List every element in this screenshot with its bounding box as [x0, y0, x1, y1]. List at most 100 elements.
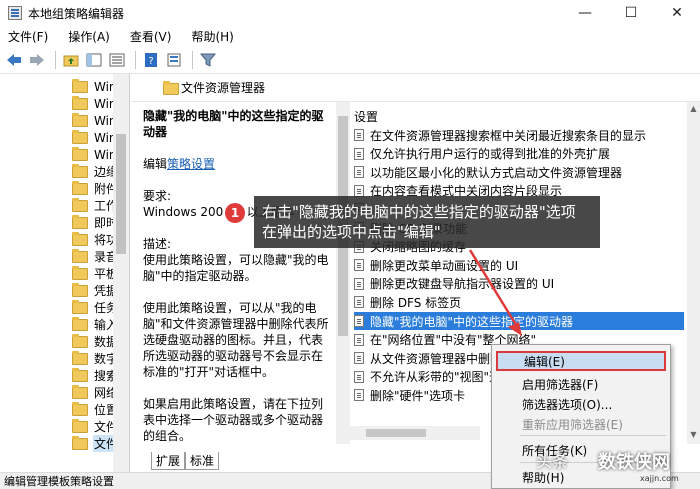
menu-view[interactable]: 查看(V) — [130, 28, 172, 45]
menu-bar: 文件(F) 操作(A) 查看(V) 帮助(H) — [0, 26, 700, 46]
context-menu-item[interactable]: 筛选器选项(O)... — [522, 394, 612, 414]
setting-item[interactable]: 以功能区最小化的默认方式启动文件资源管理器 — [354, 163, 684, 181]
up-folder-icon[interactable] — [61, 50, 81, 70]
folder-icon — [72, 129, 88, 144]
setting-item[interactable]: 删除更改键盘导航指示器设置的 UI — [354, 275, 684, 293]
folder-icon — [72, 163, 88, 178]
setting-label: 以功能区最小化的默认方式启动文件资源管理器 — [370, 165, 623, 180]
forward-arrow-icon[interactable] — [27, 50, 47, 70]
folder-icon — [72, 95, 88, 110]
description-paragraph-3: 如果启用此策略设置，请在下拉列表中选择一个驱动器或多个驱动器的组合。 — [143, 397, 324, 443]
folder-icon — [72, 248, 88, 263]
setting-item[interactable]: 删除更改菜单动画设置的 UI — [354, 256, 684, 274]
description-scrollbar[interactable] — [336, 102, 350, 444]
pane-title: 文件资源管理器 — [181, 81, 266, 95]
tab-extended[interactable]: 扩展 — [151, 452, 186, 470]
folder-icon — [72, 299, 88, 314]
setting-label: 在文件资源管理器搜索框中关闭最近搜索条目的显示 — [370, 128, 647, 143]
horizontal-scrollbar[interactable] — [350, 426, 480, 440]
policy-settings-link[interactable]: 策略设置 — [167, 157, 215, 171]
folder-icon — [72, 316, 88, 331]
context-menu-item[interactable]: 编辑(E) — [496, 351, 666, 371]
help-icon[interactable]: ? — [141, 50, 161, 70]
instruction-line-1: 右击"隐藏我的电脑中的这些指定的驱动器"选项 — [262, 203, 576, 221]
setting-label: 从文件资源管理器中删除 — [370, 351, 503, 366]
minimize-button[interactable]: — — [562, 0, 608, 26]
scroll-down-icon[interactable]: ▼ — [688, 430, 699, 442]
folder-icon — [72, 78, 88, 93]
policy-setting-icon — [354, 370, 364, 383]
folder-icon — [72, 435, 88, 450]
folder-icon — [72, 265, 88, 280]
list-view-icon[interactable] — [107, 50, 127, 70]
setting-item[interactable]: 在文件资源管理器搜索框中关闭最近搜索条目的显示 — [354, 126, 684, 144]
description-paragraph-1: 使用此策略设置，可以隐藏"我的电脑"中的指定驱动器。 — [143, 253, 329, 283]
description-paragraph-2: 使用此策略设置，可以从"我的电脑"和文件资源管理器中删除代表所选硬盘驱动器的图标… — [143, 301, 329, 379]
policy-setting-icon — [354, 352, 364, 365]
pane-header: 文件资源管理器 — [131, 74, 700, 102]
tree-pane: Windo Windo Windo Windo Windo 边缘 U 附件管 工作文 即时搜 将功… — [0, 74, 130, 472]
settings-column-header[interactable]: 设置 — [354, 108, 378, 125]
tab-standard[interactable]: 标准 — [185, 452, 220, 470]
policy-description: 隐藏"我的电脑"中的这些指定的驱动器 编辑策略设置 要求: Windows 20… — [143, 108, 331, 444]
toolbar: ? — [0, 46, 700, 74]
folder-icon — [72, 180, 88, 195]
setting-item[interactable]: 删除 DFS 标签页 — [354, 293, 684, 311]
menu-file[interactable]: 文件(F) — [8, 28, 48, 45]
folder-icon — [72, 197, 88, 212]
maximize-button[interactable]: ☐ — [608, 0, 654, 26]
setting-label: 删除"硬件"选项卡 — [370, 388, 466, 403]
scrollbar-thumb[interactable] — [116, 134, 126, 254]
folder-icon — [163, 81, 179, 95]
watermark-prefix: 头条 — [536, 452, 569, 471]
policy-setting-icon — [354, 333, 364, 346]
policy-setting-icon — [354, 259, 364, 272]
setting-label: 删除更改菜单动画设置的 UI — [370, 258, 519, 273]
window-title: 本地组策略编辑器 — [28, 6, 125, 21]
folder-icon — [72, 282, 88, 297]
menu-help[interactable]: 帮助(H) — [191, 28, 233, 45]
setting-label: 仅允许执行用户运行的或得到批准的外壳扩展 — [370, 147, 611, 162]
watermark-url: xajjn.com — [640, 474, 679, 483]
policy-setting-icon — [354, 147, 364, 160]
scroll-up-icon[interactable]: ▲ — [688, 104, 699, 116]
policy-title: 隐藏"我的电脑"中的这些指定的驱动器 — [143, 109, 324, 139]
filter-icon[interactable] — [198, 50, 218, 70]
step-badge: 1 — [225, 203, 245, 223]
policy-setting-icon — [354, 315, 364, 327]
policy-setting-icon — [354, 296, 364, 309]
menu-action[interactable]: 操作(A) — [68, 28, 110, 45]
setting-item[interactable]: 仅允许执行用户运行的或得到批准的外壳扩展 — [354, 145, 684, 163]
show-hide-tree-icon[interactable] — [84, 50, 104, 70]
setting-item[interactable]: 隐藏"我的电脑"中的这些指定的驱动器 — [354, 312, 684, 330]
toolbar-divider — [192, 50, 193, 69]
settings-scrollbar[interactable]: ▲ ▼ — [687, 102, 700, 444]
policy-editor-icon — [8, 6, 22, 20]
folder-icon — [72, 367, 88, 382]
back-arrow-icon[interactable] — [4, 50, 24, 70]
folder-icon — [72, 333, 88, 348]
properties-icon[interactable] — [164, 50, 184, 70]
folder-icon — [72, 112, 88, 127]
instruction-overlay: 右击"隐藏我的电脑中的这些指定的驱动器"选项 在弹出的选项中点击"编辑" — [254, 196, 600, 248]
instruction-line-2: 在弹出的选项中点击"编辑" — [262, 223, 441, 241]
watermark-brand: 数铁侠网 — [598, 452, 670, 473]
context-menu-item[interactable]: 启用筛选器(F) — [522, 374, 598, 394]
setting-label: 删除 DFS 标签页 — [370, 295, 462, 310]
title-bar: 本地组策略编辑器 — ☐ ✕ — [0, 0, 700, 26]
folder-icon — [72, 384, 88, 399]
close-button[interactable]: ✕ — [654, 0, 700, 26]
policy-setting-icon — [354, 129, 364, 141]
edit-policy-line: 编辑策略设置 — [143, 156, 331, 172]
watermark: 头条 数铁侠网 xajjn.com — [536, 444, 696, 488]
scrollbar-thumb[interactable] — [366, 429, 426, 437]
svg-text:?: ? — [148, 56, 153, 67]
tree-scrollbar[interactable] — [113, 74, 129, 472]
folder-icon — [72, 231, 88, 246]
toolbar-divider — [135, 50, 136, 69]
context-menu-separator — [520, 435, 666, 436]
policy-setting-icon — [354, 184, 364, 197]
tree-item[interactable]: 搜索 — [72, 367, 119, 384]
policy-setting-icon — [354, 166, 364, 179]
setting-label: 删除更改键盘导航指示器设置的 UI — [370, 277, 555, 292]
